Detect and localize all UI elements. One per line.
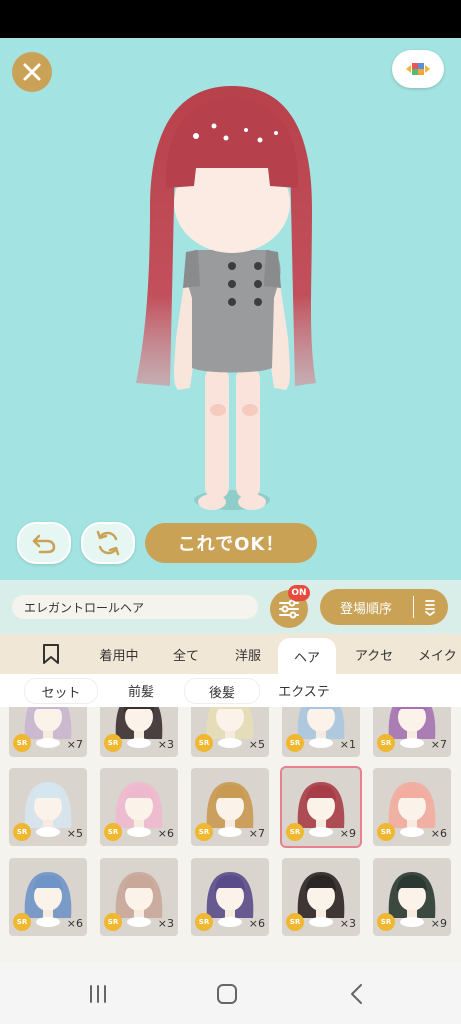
category-tab-bar: 着用中 全て 洋服 ヘア アクセ メイク xyxy=(0,634,461,674)
hair-item-card[interactable]: SR ×5 xyxy=(191,707,269,757)
item-count: ×6 xyxy=(430,827,447,840)
item-count: ×7 xyxy=(248,827,265,840)
undo-icon xyxy=(32,534,56,554)
rarity-sr-badge: SR xyxy=(13,913,31,931)
system-nav-bar xyxy=(0,962,461,1024)
hair-item-card[interactable]: SR ×5 xyxy=(9,768,87,846)
subtab-back-hair[interactable]: 後髪 xyxy=(184,678,260,704)
rarity-sr-badge: SR xyxy=(377,913,395,931)
item-count: ×7 xyxy=(430,738,447,751)
selected-item-name: エレガントロールヘア xyxy=(12,595,258,619)
avatar-stage: これでOK！ xyxy=(0,38,461,580)
bookmark-icon xyxy=(43,644,59,664)
subtab-extension[interactable]: エクステ xyxy=(268,678,340,702)
filter-on-badge: ON xyxy=(288,585,310,601)
rotate-button[interactable] xyxy=(81,522,135,564)
hair-item-card[interactable]: SR ×3 xyxy=(282,858,360,936)
item-toolbar: エレガントロールヘア ON 登場順序 xyxy=(0,580,461,634)
subtab-front-hair[interactable]: 前髪 xyxy=(108,678,174,702)
sliders-icon xyxy=(279,599,299,619)
tab-hair[interactable]: ヘア xyxy=(278,638,336,674)
rarity-sr-badge: SR xyxy=(13,823,31,841)
sort-direction-icon[interactable] xyxy=(420,597,440,617)
tab-clothes[interactable]: 洋服 xyxy=(222,634,274,674)
tab-accessory[interactable]: アクセ xyxy=(344,634,404,674)
home-icon[interactable] xyxy=(216,983,238,1005)
tab-makeup[interactable]: メイク xyxy=(418,634,461,674)
item-count: ×6 xyxy=(66,917,83,930)
sort-order-label: 登場順序 xyxy=(339,601,392,617)
confirm-ok-button[interactable]: これでOK！ xyxy=(145,523,317,563)
subtab-set[interactable]: セット xyxy=(24,678,98,704)
sort-order-button[interactable]: 登場順序 xyxy=(320,589,448,625)
hair-item-card[interactable]: SR ×7 xyxy=(9,707,87,757)
tab-all[interactable]: 全て xyxy=(160,634,212,674)
tab-wearing[interactable]: 着用中 xyxy=(88,634,150,674)
undo-button[interactable] xyxy=(17,522,71,564)
item-count: ×3 xyxy=(157,738,174,751)
bookmark-tab[interactable] xyxy=(32,634,70,674)
item-count: ×9 xyxy=(430,917,447,930)
rarity-sr-badge: SR xyxy=(104,823,122,841)
rarity-sr-badge: SR xyxy=(104,913,122,931)
hair-item-card[interactable]: SR ×6 xyxy=(373,768,451,846)
hair-item-card[interactable]: SR ×7 xyxy=(191,768,269,846)
rarity-sr-badge: SR xyxy=(286,823,304,841)
item-count: ×9 xyxy=(339,827,356,840)
hair-item-grid: SR ×7 SR ×3 SR ×5 SR ×1 SR ×7 SR ×5 SR ×6 SR ×7 SR ×9 SR ×6… xyxy=(0,707,461,962)
sort-divider xyxy=(413,596,414,618)
hair-item-card[interactable]: SR ×3 xyxy=(100,858,178,936)
item-count: ×1 xyxy=(339,738,356,751)
status-bar xyxy=(0,0,461,38)
item-count: ×3 xyxy=(157,917,174,930)
rarity-sr-badge: SR xyxy=(377,823,395,841)
item-count: ×6 xyxy=(157,827,174,840)
hair-item-card[interactable]: SR ×9 xyxy=(373,858,451,936)
item-count: ×3 xyxy=(339,917,356,930)
item-count: ×7 xyxy=(66,738,83,751)
rotate-icon xyxy=(96,530,120,556)
item-count: ×5 xyxy=(66,827,83,840)
rarity-sr-badge: SR xyxy=(195,823,213,841)
recent-apps-icon[interactable] xyxy=(87,983,109,1005)
hair-item-card[interactable]: SR ×7 xyxy=(373,707,451,757)
rarity-sr-badge: SR xyxy=(286,913,304,931)
hair-item-card[interactable]: SR ×3 xyxy=(100,707,178,757)
hair-item-card[interactable]: SR ×6 xyxy=(9,858,87,936)
rarity-sr-badge: SR xyxy=(13,734,31,752)
hair-subcategory-bar: セット 前髪 後髪 エクステ xyxy=(0,674,461,707)
back-icon[interactable] xyxy=(346,983,368,1005)
rarity-sr-badge: SR xyxy=(195,913,213,931)
rarity-sr-badge: SR xyxy=(195,734,213,752)
avatar-doll xyxy=(136,86,316,510)
hair-item-card[interactable]: SR ×9 xyxy=(282,768,360,846)
rarity-sr-badge: SR xyxy=(377,734,395,752)
hair-item-card[interactable]: SR ×6 xyxy=(100,768,178,846)
rarity-sr-badge: SR xyxy=(104,734,122,752)
hair-item-card[interactable]: SR ×1 xyxy=(282,707,360,757)
item-count: ×5 xyxy=(248,738,265,751)
rarity-sr-badge: SR xyxy=(286,734,304,752)
item-count: ×6 xyxy=(248,917,265,930)
hair-item-card[interactable]: SR ×6 xyxy=(191,858,269,936)
